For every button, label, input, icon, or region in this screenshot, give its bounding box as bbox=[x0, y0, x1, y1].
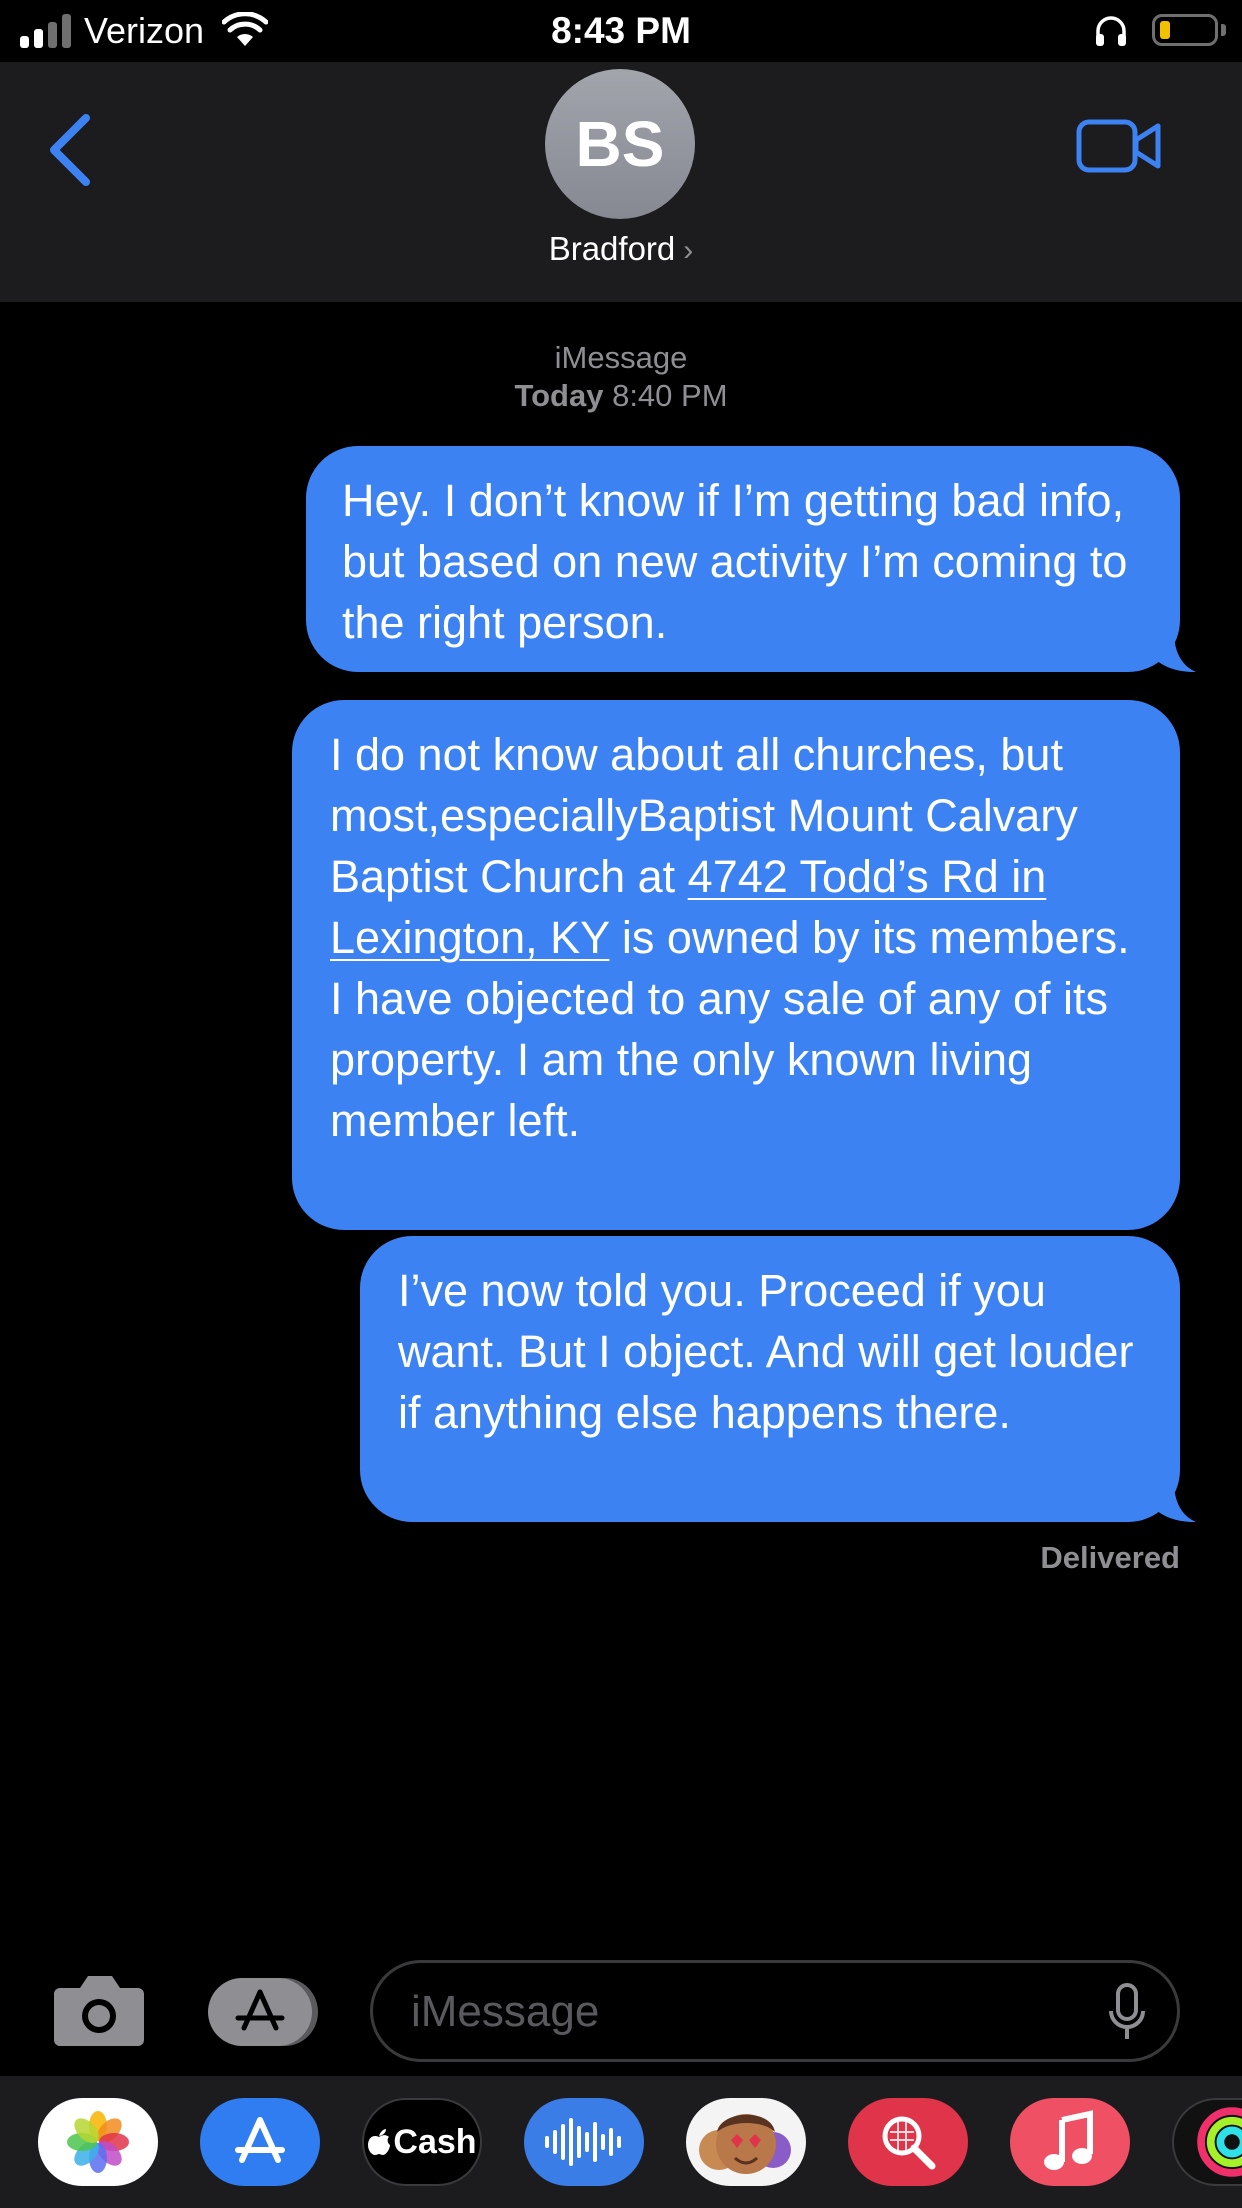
status-bar: Verizon 8:43 PM bbox=[0, 0, 1242, 62]
camera-icon[interactable] bbox=[52, 1972, 146, 2048]
fitness-app-button[interactable] bbox=[1172, 2098, 1242, 2186]
music-icon bbox=[1044, 2110, 1093, 2170]
contact-avatar[interactable]: BS bbox=[545, 69, 695, 219]
fitness-icon bbox=[1197, 2107, 1242, 2177]
microphone-icon[interactable] bbox=[1107, 1983, 1147, 2043]
conversation-timestamp: Today 8:40 PM bbox=[0, 378, 1242, 414]
conversation-header: BS Bradford › bbox=[0, 62, 1242, 302]
app-store-icon bbox=[235, 2117, 285, 2163]
audio-message-app-button[interactable] bbox=[524, 2098, 644, 2186]
contact-name: Bradford bbox=[548, 230, 676, 267]
message-text: I’ve now told you. Proceed if you want. … bbox=[398, 1265, 1134, 1438]
cash-label: Cash bbox=[393, 2122, 477, 2161]
battery-indicator bbox=[1152, 14, 1218, 46]
apps-icon[interactable] bbox=[208, 1976, 318, 2048]
timestamp-day: Today bbox=[514, 378, 604, 413]
message-bubble-sent[interactable]: I’ve now told you. Proceed if you want. … bbox=[360, 1236, 1196, 1522]
contact-name-button[interactable]: Bradford › bbox=[0, 230, 1242, 268]
chevron-right-icon: › bbox=[683, 234, 694, 267]
delivery-status: Delivered bbox=[1040, 1540, 1180, 1575]
battery-cap bbox=[1221, 24, 1226, 36]
video-camera-icon[interactable] bbox=[1076, 114, 1162, 178]
chevron-left-icon[interactable] bbox=[44, 112, 94, 188]
timestamp-time: 8:40 PM bbox=[612, 378, 728, 413]
apple-cash-app-button[interactable]: Cash bbox=[362, 2098, 482, 2186]
message-text-field[interactable] bbox=[409, 1983, 1063, 2041]
memoji-app-button[interactable] bbox=[686, 2098, 806, 2186]
audio-message-icon bbox=[545, 2118, 621, 2166]
battery-level bbox=[1160, 21, 1170, 39]
headphones-icon bbox=[1096, 16, 1126, 46]
app-store-app-button[interactable] bbox=[200, 2098, 320, 2186]
bubble-tail bbox=[1156, 632, 1196, 672]
message-bubble-sent[interactable]: Hey. I don’t know if I’m getting bad inf… bbox=[306, 446, 1196, 672]
service-label: iMessage bbox=[554, 340, 688, 375]
images-search-app-button[interactable] bbox=[848, 2098, 968, 2186]
message-text: Hey. I don’t know if I’m getting bad inf… bbox=[342, 475, 1128, 648]
photos-icon bbox=[67, 2111, 129, 2173]
bubble-tail bbox=[1156, 1482, 1196, 1522]
message-input[interactable] bbox=[370, 1960, 1180, 2062]
message-bubble-sent[interactable]: I do not know about all churches, but mo… bbox=[292, 700, 1180, 1230]
photos-app-button[interactable] bbox=[38, 2098, 158, 2186]
app-drawer: Cash bbox=[0, 2076, 1242, 2208]
images-search-icon bbox=[882, 2116, 936, 2170]
memoji-icon bbox=[699, 2114, 791, 2174]
apple-cash-icon bbox=[368, 2129, 391, 2155]
music-app-button[interactable] bbox=[1010, 2098, 1130, 2186]
status-time: 8:43 PM bbox=[551, 10, 691, 51]
